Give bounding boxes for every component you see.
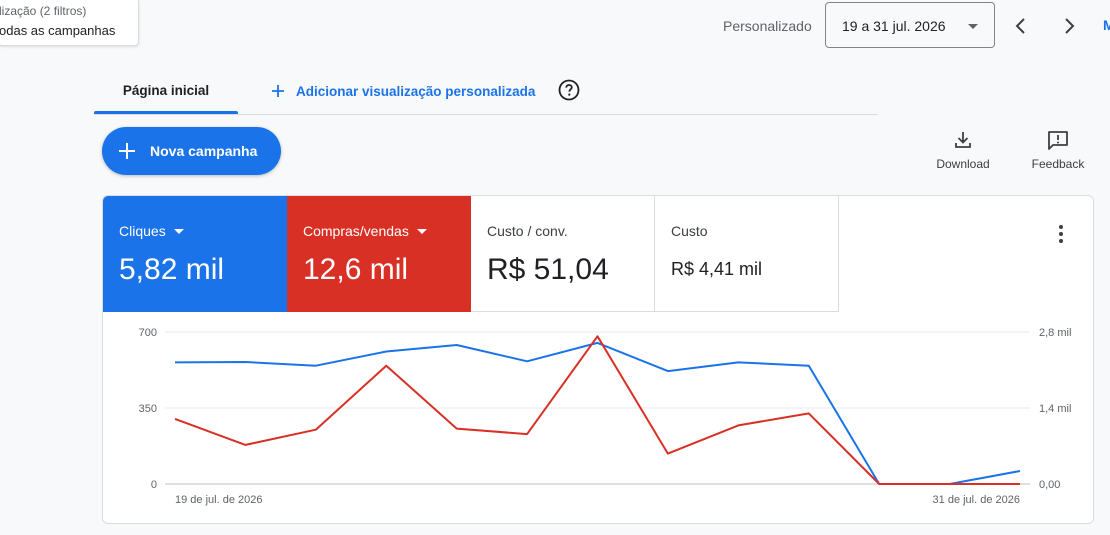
y-right-tick-label: 0,00 (1039, 479, 1060, 491)
y-right-tick-label: 2,8 mil (1039, 327, 1071, 339)
y-left-tick-label: 700 (139, 327, 157, 339)
conversions-series-line (174, 335, 1020, 485)
performance-chart: 0 350 700 0,00 1,4 mil 2,8 mil 19 de jul. de 2… (139, 327, 1072, 506)
y-left-tick-label: 350 (139, 403, 157, 415)
x-tick-label: 19 de jul. de 2026 (175, 494, 262, 506)
clicks-series-line (174, 341, 1021, 485)
y-left-tick-label: 0 (151, 479, 157, 491)
y-right-tick-label: 1,4 mil (1039, 403, 1071, 415)
x-tick-label: 31 de jul. de 2026 (933, 494, 1020, 506)
